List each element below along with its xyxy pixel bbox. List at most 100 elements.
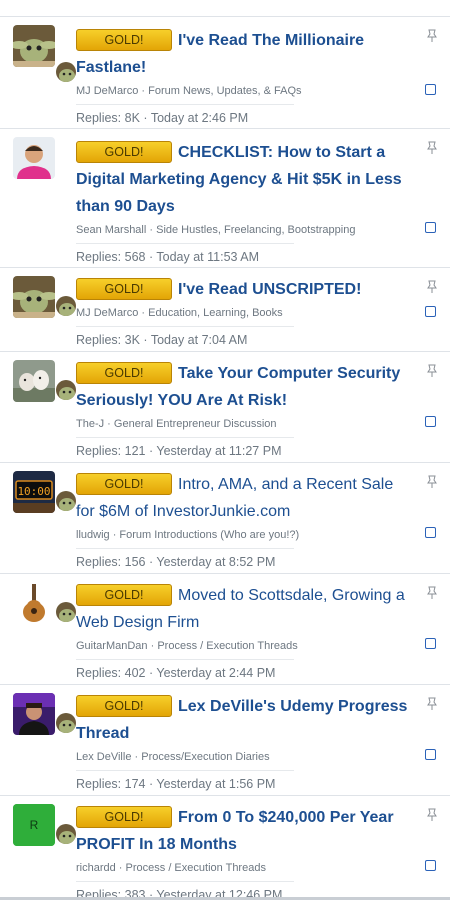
- thread-meta: richardd · Process / Execution Threads: [76, 862, 266, 874]
- forum-link[interactable]: Forum News, Updates, & FAQs: [148, 85, 301, 97]
- select-checkbox[interactable]: [425, 860, 436, 871]
- letter-r-avatar[interactable]: R: [13, 804, 55, 846]
- last-poster-avatar[interactable]: [55, 823, 77, 845]
- thread-row[interactable]: GOLD! Take Your Computer Security Serious…: [0, 352, 450, 463]
- thread-title[interactable]: GOLD! I've Read The Millionaire: [76, 27, 416, 54]
- last-post-time[interactable]: Yesterday at 11:27 PM: [156, 444, 281, 458]
- pin-icon: [426, 364, 438, 378]
- man-pink-shirt-avatar[interactable]: [13, 137, 55, 179]
- last-poster-avatar[interactable]: [55, 295, 77, 317]
- forum-link[interactable]: Process/Execution Diaries: [141, 751, 269, 763]
- select-checkbox[interactable]: [425, 527, 436, 538]
- guitar-avatar[interactable]: [13, 582, 55, 624]
- thread-title[interactable]: GOLD! Moved to Scottsdale, Growing a: [76, 582, 416, 609]
- last-post-time[interactable]: Yesterday at 8:52 PM: [156, 555, 275, 569]
- thread-title[interactable]: GOLD! Lex DeVille's Udemy Progress: [76, 693, 416, 720]
- select-checkbox[interactable]: [425, 638, 436, 649]
- author-link[interactable]: richardd: [76, 862, 116, 874]
- forum-link[interactable]: General Entrepreneur Discussion: [114, 418, 277, 430]
- gold-prefix-badge[interactable]: GOLD!: [76, 695, 172, 717]
- thread-stats: Replies: 8K · Today at 2:46 PM: [76, 104, 294, 126]
- forum-link[interactable]: Forum Introductions (Who are you!?): [119, 529, 299, 541]
- thread-title[interactable]: GOLD! Take Your Computer Security: [76, 360, 416, 387]
- last-post-time[interactable]: Yesterday at 1:56 PM: [156, 777, 275, 791]
- thread-title-line[interactable]: Web Design Firm: [76, 609, 416, 636]
- pin-icon: [426, 141, 438, 155]
- thread-title[interactable]: GOLD! I've Read UNSCRIPTED!: [76, 276, 416, 303]
- last-poster-avatar[interactable]: [55, 601, 77, 623]
- forum-link[interactable]: Side Hustles, Freelancing, Bootstrapping: [156, 224, 355, 236]
- pin-icon: [426, 280, 438, 294]
- author-link[interactable]: The-J: [76, 418, 104, 430]
- pin-icon: [426, 29, 438, 43]
- pin-icon: [426, 808, 438, 822]
- thread-title-line[interactable]: for $6M of InvestorJunkie.com: [76, 498, 416, 525]
- forum-link[interactable]: Process / Execution Threads: [157, 640, 297, 652]
- thread-row[interactable]: GOLD! I've Read UNSCRIPTED! MJ DeMarco · …: [0, 268, 450, 352]
- select-checkbox[interactable]: [425, 306, 436, 317]
- gold-prefix-badge[interactable]: GOLD!: [76, 473, 172, 495]
- reply-count: 156: [124, 555, 146, 569]
- last-poster-avatar[interactable]: [55, 712, 77, 734]
- reply-count: 174: [124, 777, 146, 791]
- thread-row[interactable]: GOLD! Lex DeVille's Udemy Progress Thread…: [0, 685, 450, 796]
- thread-stats: Replies: 402 · Yesterday at 2:44 PM: [76, 659, 294, 681]
- thread-row[interactable]: 10:00 GOLD! Intro, AMA, and a Recent Sale…: [0, 463, 450, 574]
- reply-count: 402: [124, 666, 146, 680]
- last-poster-avatar[interactable]: [55, 490, 77, 512]
- gold-prefix-badge[interactable]: GOLD!: [76, 806, 172, 828]
- last-post-time[interactable]: Today at 7:04 AM: [151, 333, 248, 347]
- author-link[interactable]: MJ DeMarco: [76, 307, 138, 319]
- author-link[interactable]: GuitarManDan: [76, 640, 148, 652]
- gold-prefix-badge[interactable]: GOLD!: [76, 584, 172, 606]
- reply-count: 568: [124, 250, 146, 264]
- thread-title-line[interactable]: Thread: [76, 720, 416, 747]
- thread-stats: Replies: 156 · Yesterday at 8:52 PM: [76, 548, 294, 570]
- thread-title[interactable]: GOLD! Intro, AMA, and a Recent Sale: [76, 471, 416, 498]
- thread-title-line[interactable]: Digital Marketing Agency & Hit $5K in Le…: [76, 166, 416, 193]
- dogs-avatar[interactable]: [13, 360, 55, 402]
- thread-stats: Replies: 3K · Today at 7:04 AM: [76, 326, 294, 348]
- select-checkbox[interactable]: [425, 416, 436, 427]
- last-poster-avatar[interactable]: [55, 379, 77, 401]
- author-link[interactable]: lludwig: [76, 529, 110, 541]
- thread-meta: MJ DeMarco · Forum News, Updates, & FAQs: [76, 85, 302, 97]
- thread-title-line[interactable]: PROFIT In 18 Months: [76, 831, 416, 858]
- yoda-avatar[interactable]: [13, 25, 55, 67]
- thread-meta: Lex DeVille · Process/Execution Diaries: [76, 751, 270, 763]
- thread-row[interactable]: GOLD! Moved to Scottsdale, Growing a Web …: [0, 574, 450, 685]
- purple-man-avatar[interactable]: [13, 693, 55, 735]
- forum-link[interactable]: Education, Learning, Books: [148, 307, 283, 319]
- avatar-letter: R: [29, 818, 39, 832]
- gold-prefix-badge[interactable]: GOLD!: [76, 141, 172, 163]
- yoda-avatar[interactable]: [13, 276, 55, 318]
- svg-text:10:00: 10:00: [17, 485, 50, 498]
- thread-row[interactable]: R GOLD! From 0 To $240,000 Per Year PROFI…: [0, 796, 450, 900]
- select-checkbox[interactable]: [425, 749, 436, 760]
- last-post-time[interactable]: Today at 2:46 PM: [151, 111, 248, 125]
- thread-meta: MJ DeMarco · Education, Learning, Books: [76, 307, 283, 319]
- clock-avatar[interactable]: 10:00: [13, 471, 55, 513]
- author-link[interactable]: MJ DeMarco: [76, 85, 138, 97]
- last-post-time[interactable]: Yesterday at 2:44 PM: [156, 666, 275, 680]
- select-checkbox[interactable]: [425, 84, 436, 95]
- last-post-time[interactable]: Today at 11:53 AM: [156, 250, 259, 264]
- gold-prefix-badge[interactable]: GOLD!: [76, 29, 172, 51]
- author-link[interactable]: Lex DeVille: [76, 751, 131, 763]
- thread-title-line[interactable]: than 90 Days: [76, 193, 416, 220]
- thread-title-line[interactable]: Fastlane!: [76, 54, 416, 81]
- gold-prefix-badge[interactable]: GOLD!: [76, 362, 172, 384]
- thread-meta: GuitarManDan · Process / Execution Threa…: [76, 640, 298, 652]
- select-checkbox[interactable]: [425, 222, 436, 233]
- thread-stats: Replies: 121 · Yesterday at 11:27 PM: [76, 437, 294, 459]
- thread-row[interactable]: GOLD! I've Read The Millionaire Fastlane!…: [0, 17, 450, 129]
- thread-meta: Sean Marshall · Side Hustles, Freelancin…: [76, 224, 356, 236]
- thread-row[interactable]: GOLD! CHECKLIST: How to Start a Digital M…: [0, 129, 450, 268]
- last-poster-avatar[interactable]: [55, 61, 77, 83]
- forum-link[interactable]: Process / Execution Threads: [126, 862, 266, 874]
- thread-title-line[interactable]: Seriously! YOU Are At Risk!: [76, 387, 416, 414]
- author-link[interactable]: Sean Marshall: [76, 224, 146, 236]
- thread-title[interactable]: GOLD! CHECKLIST: How to Start a: [76, 139, 416, 166]
- thread-title[interactable]: GOLD! From 0 To $240,000 Per Year: [76, 804, 416, 831]
- gold-prefix-badge[interactable]: GOLD!: [76, 278, 172, 300]
